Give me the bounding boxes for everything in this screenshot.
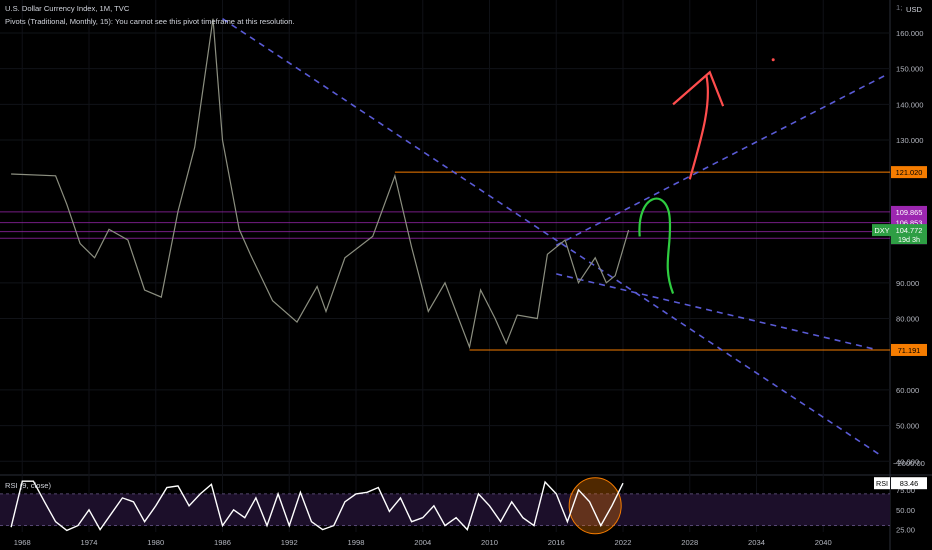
level-tag-label: 109.865 — [896, 208, 923, 217]
y-tick-label: 80.000 — [896, 315, 919, 324]
x-tick-label: 2040 — [815, 538, 832, 547]
y-tick-label: 150.000 — [896, 65, 923, 74]
rsi-panel-title: RSI (9, close) — [5, 481, 51, 490]
x-tick-label: 2022 — [615, 538, 632, 547]
rsi-y-tick-label: 25.00 — [896, 526, 915, 535]
x-tick-label: 1974 — [81, 538, 98, 547]
y-tick-label: 140.000 — [896, 100, 923, 109]
x-tick-label: 2016 — [548, 538, 565, 547]
rsi-y-tick-label: 50.00 — [896, 506, 915, 515]
menu-icon[interactable]: 1; — [896, 3, 902, 12]
chart-title: U.S. Dollar Currency Index, 1M, TVC — [5, 4, 130, 13]
x-tick-label: 2004 — [414, 538, 431, 547]
y-tick-label: 130.000 — [896, 136, 923, 145]
red-dot — [771, 58, 775, 62]
price-tag-value: 104.772 — [896, 226, 923, 235]
symbol-tag-label: DXY — [874, 226, 889, 235]
x-tick-label: 1980 — [147, 538, 164, 547]
y-tick-label: 90.000 — [896, 279, 919, 288]
x-tick-label: 2010 — [481, 538, 498, 547]
x-tick-label: 1968 — [14, 538, 31, 547]
y-tick-label: 160.000 — [896, 29, 923, 38]
x-tick-label: 2034 — [748, 538, 765, 547]
level-tag-label: 71.191 — [898, 346, 921, 355]
dxy-chart[interactable]: 160.000 150.000 140.000 130.000 90.000 80.000… — [0, 0, 932, 550]
x-tick-label: 1986 — [214, 538, 231, 547]
y-tick-label: 50.000 — [896, 422, 919, 431]
pivots-indicator-note: Pivots (Traditional, Monthly, 15): You c… — [5, 17, 295, 26]
x-tick-label: 1998 — [348, 538, 365, 547]
y-tick-label: 60.000 — [896, 386, 919, 395]
rsi-highlight-circle — [568, 477, 622, 535]
y-extra-tick-label: −2000.00 — [893, 459, 925, 468]
rsi-band — [0, 493, 890, 526]
currency-label: USD — [906, 5, 923, 14]
rsi-value-label: 83.46 — [900, 479, 919, 488]
rsi-tag-label: RSI — [876, 479, 888, 488]
level-tag-label: 121.020 — [896, 168, 923, 177]
x-tick-label: 1992 — [281, 538, 298, 547]
x-tick-label: 2028 — [681, 538, 698, 547]
price-countdown: 19d 3h — [898, 235, 920, 244]
